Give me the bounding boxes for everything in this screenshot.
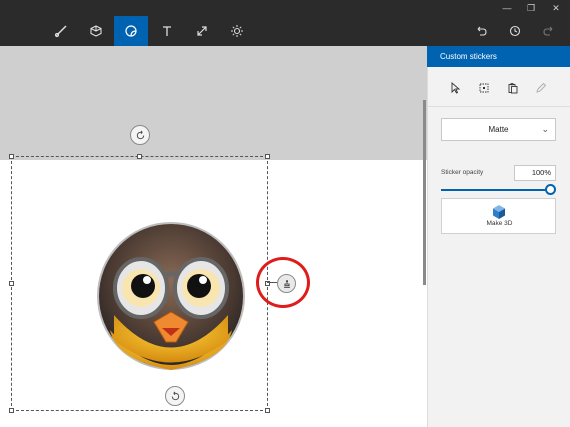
highlight-circle [256,257,310,308]
opacity-slider-thumb[interactable] [544,184,556,195]
rotate-z-handle[interactable] [130,125,150,145]
chevron-down-icon: ⌄ [541,124,549,134]
crop-icon [479,83,489,93]
brushes-button[interactable] [44,16,78,46]
rotate-x-handle[interactable] [165,386,185,406]
resize-handle-left[interactable] [9,281,14,286]
resize-handle-top-left[interactable] [9,154,14,159]
paste-button[interactable] [504,79,522,97]
effects-button[interactable] [220,16,254,46]
select-button[interactable] [446,79,464,97]
rotate-icon [136,130,144,139]
canvas-icon [197,26,207,36]
resize-handle-bottom-right[interactable] [265,408,270,413]
canvas-background [0,46,427,160]
close-icon: ✕ [552,3,560,13]
finish-dropdown[interactable]: Matte ⌄ [441,118,556,141]
redo-icon [543,26,553,36]
watermark-text: groovyPost.com [185,198,336,220]
redo-button[interactable] [532,16,566,46]
crop-button[interactable] [475,79,493,97]
restore-icon: ❐ [526,3,536,13]
3d-shapes-icon [90,25,102,37]
undo-button[interactable] [464,16,498,46]
side-panel [427,46,570,427]
undo-icon [477,26,487,36]
history-icon [509,25,521,37]
minimize-icon: — [502,3,512,13]
resize-handle-top-right[interactable] [265,154,270,159]
panel-divider [427,106,570,107]
paste-icon [508,83,518,94]
opacity-input[interactable]: 100% [514,165,556,181]
vertical-scrollbar[interactable] [423,100,426,285]
effects-icon [231,25,243,37]
opacity-slider-track[interactable] [441,189,545,191]
canvas-button[interactable] [185,16,219,46]
3d-shapes-button[interactable] [79,16,113,46]
owl-sticker [97,222,245,370]
minimize-button[interactable]: — [496,1,518,15]
edit-sticker-button[interactable] [532,79,550,97]
title-bar [0,0,570,16]
stickers-button[interactable] [114,16,148,46]
resize-handle-bottom-left[interactable] [9,408,14,413]
stickers-icon [125,25,137,37]
history-button[interactable] [498,16,532,46]
edit-icon [536,82,547,93]
restore-button[interactable]: ❐ [520,1,542,15]
text-button[interactable] [150,16,184,46]
select-icon [451,82,461,94]
finish-dropdown-value: Matte [488,125,509,134]
make-3d-label: Make 3D [486,220,513,227]
rotate-back-icon [171,391,179,400]
opacity-label: Sticker opacity [441,169,484,176]
close-button[interactable]: ✕ [545,1,567,15]
resize-handle-top[interactable] [137,154,142,159]
cube-icon [493,205,505,219]
panel-title: Custom stickers [427,46,570,67]
make-3d-button[interactable]: Make 3D [441,198,556,234]
text-icon [163,26,171,36]
brushes-icon [54,25,67,38]
